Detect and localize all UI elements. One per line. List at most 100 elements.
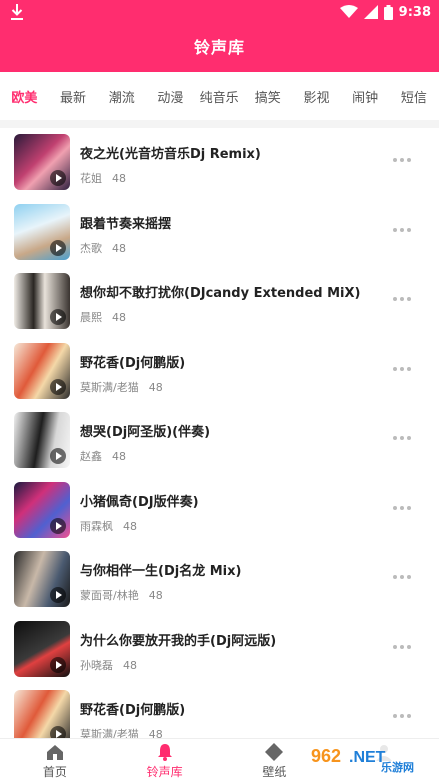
song-meta: 莫斯满/老猫 48 [80,379,163,395]
tab-gaoxiao[interactable]: 搞笑 [243,87,292,106]
song-title: 想你却不敢打扰你(DJcandy Extended MiX) [80,286,361,301]
cover-image[interactable] [14,134,70,190]
tab-oumei[interactable]: 欧美 [0,87,49,106]
song-count: 48 [112,450,126,463]
list-item[interactable]: 想哭(Dj阿圣版)(伴奏) 赵鑫 48 [0,406,439,476]
play-icon[interactable] [50,587,66,603]
more-icon[interactable] [393,158,411,162]
song-title: 野花香(Dj何鹏版) [80,355,186,371]
more-icon[interactable] [393,366,411,371]
cover-image[interactable] [14,481,70,538]
home-icon [46,745,63,760]
more-icon[interactable] [393,436,411,440]
song-meta: 蒙面哥/林艳 48 [80,587,163,603]
song-count: 48 [123,519,137,533]
song-artist: 花姐 [80,172,102,185]
section-divider [0,120,439,128]
song-count: 48 [112,311,126,324]
song-meta: 花姐 48 [80,170,126,186]
song-artist: 蒙面哥/林艳 [80,589,139,602]
more-icon[interactable] [393,714,411,718]
battery-icon [383,4,393,20]
song-meta: 雨霖枫 48 [80,518,137,534]
status-bar: 9:38 [0,0,439,24]
more-icon[interactable] [393,227,411,232]
cover-image[interactable] [14,551,70,607]
song-artist: 莫斯满/老猫 [80,728,139,738]
tab-chunyinyue[interactable]: 纯音乐 [195,87,244,106]
more-icon[interactable] [393,505,411,510]
list-item[interactable]: 为什么你要放开我的手(Dj阿远版) 孙晓磊 48 [0,615,439,685]
play-icon[interactable] [50,448,66,464]
tab-chaoliu[interactable]: 潮流 [97,87,146,106]
wifi-icon [339,5,358,18]
status-time: 9:38 [398,4,431,20]
song-title: 为什么你要放开我的手(Dj阿远版) [80,633,277,649]
site-watermark: 962 .NET 乐游网 [305,744,433,774]
list-item[interactable]: 想你却不敢打扰你(DJcandy Extended MiX) 晨熙 48 [0,267,439,337]
song-meta: 晨熙 48 [80,309,126,325]
signal-icon [363,5,378,19]
list-item[interactable]: 野花香(Dj何鹏版) 莫斯满/老猫 48 [0,684,439,738]
play-icon[interactable] [50,378,66,395]
song-title: 小猪佩奇(DJ版伴奏) [80,494,199,510]
play-icon[interactable] [50,309,66,325]
song-meta: 杰歌 48 [80,240,126,256]
cover-image[interactable] [14,273,70,329]
play-icon[interactable] [50,170,66,186]
song-artist: 晨熙 [80,311,102,324]
more-icon[interactable] [393,575,411,579]
play-icon[interactable] [50,517,66,534]
nav-home[interactable]: 首页 [0,739,110,782]
cover-image[interactable] [14,342,70,399]
cover-image[interactable] [14,203,70,260]
nav-home-label: 首页 [42,765,67,779]
cover-image[interactable] [14,690,70,738]
category-tabs: 欧美 最新 潮流 动漫 纯音乐 搞笑 影视 闹钟 短信 [0,72,439,120]
page-title: 铃声库 [193,38,245,57]
tab-yingshi[interactable]: 影视 [292,87,341,106]
song-title: 夜之光(光音坊音乐Dj Remix) [80,147,261,162]
tab-zuixin[interactable]: 最新 [49,87,98,106]
more-icon[interactable] [393,644,411,649]
song-meta: 孙晓磊 48 [80,657,137,673]
nav-ringtones[interactable]: 铃声库 [110,739,220,782]
tab-duanxin[interactable]: 短信 [390,87,439,106]
nav-ringtones-label: 铃声库 [146,765,183,779]
list-item[interactable]: 跟着节奏来摇摆 杰歌 48 [0,198,439,268]
cover-image[interactable] [14,620,70,677]
song-meta: 莫斯满/老猫 48 [80,726,163,738]
song-meta: 赵鑫 48 [80,448,126,464]
song-count: 48 [112,241,126,255]
diamond-icon [265,743,284,761]
bell-icon [157,744,172,761]
song-artist: 莫斯满/老猫 [80,380,139,394]
song-artist: 孙晓磊 [80,658,113,672]
song-artist: 雨霖枫 [80,519,113,533]
play-icon[interactable] [50,239,66,256]
list-item[interactable]: 野花香(Dj何鹏版) 莫斯满/老猫 48 [0,337,439,407]
list-item[interactable]: 夜之光(光音坊音乐Dj Remix) 花姐 48 [0,128,439,198]
more-icon[interactable] [393,297,411,301]
tab-dongman[interactable]: 动漫 [146,87,195,106]
app-header: 铃声库 [0,24,439,72]
song-title: 与你相伴一生(Dj名龙 Mix) [80,564,242,579]
cover-image[interactable] [14,412,70,468]
watermark-number: 962 [311,746,341,766]
song-title: 野花香(Dj何鹏版) [80,703,186,718]
tab-naozhong[interactable]: 闹钟 [341,87,390,106]
song-title: 跟着节奏来摇摆 [80,216,172,232]
list-item[interactable]: 与你相伴一生(Dj名龙 Mix) 蒙面哥/林艳 48 [0,545,439,615]
song-count: 48 [148,589,163,602]
play-icon[interactable] [50,726,66,738]
play-icon[interactable] [50,656,66,673]
song-count: 48 [148,728,163,738]
download-icon [11,4,23,20]
song-artist: 杰歌 [80,241,102,255]
song-count: 48 [112,172,126,185]
song-count: 48 [123,658,137,672]
song-artist: 赵鑫 [80,450,102,463]
ringtone-list: 夜之光(光音坊音乐Dj Remix) 花姐 48 跟着节奏来摇摆 杰歌 48 想你却… [0,128,439,738]
song-count: 48 [148,380,163,394]
list-item[interactable]: 小猪佩奇(DJ版伴奏) 雨霖枫 48 [0,476,439,546]
